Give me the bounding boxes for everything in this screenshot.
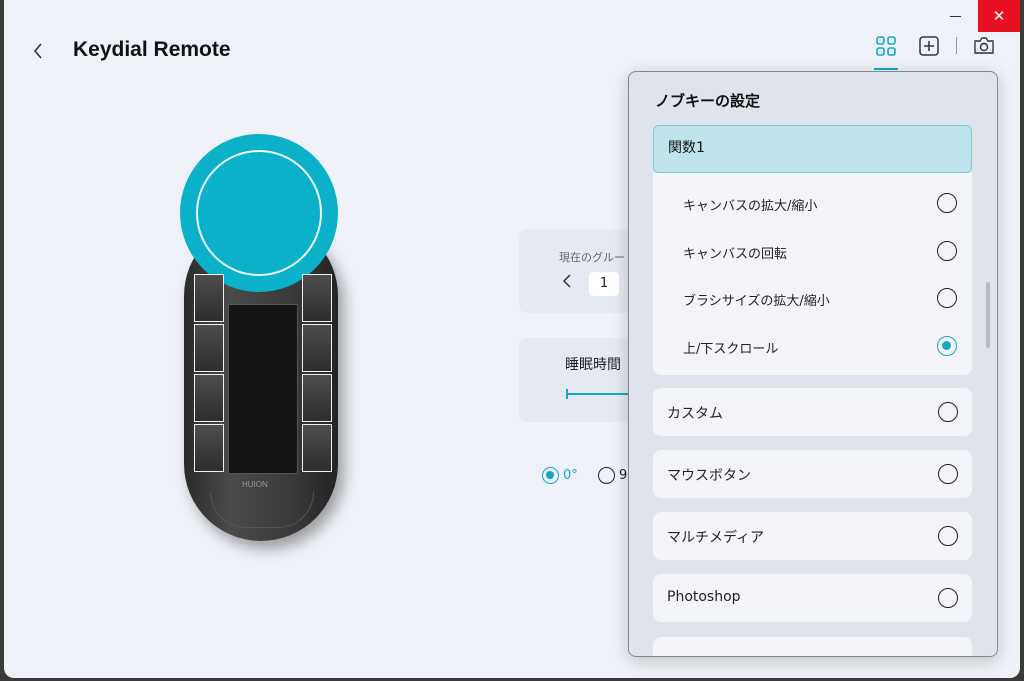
- radio-icon[interactable]: [938, 464, 958, 484]
- device-key[interactable]: [194, 424, 224, 472]
- function-option[interactable]: キャンバスの拡大/縮小: [653, 181, 972, 227]
- knob-settings-popup: ノブキーの設定 関数1 キャンバスの拡大/縮小 キャンバスの回転 ブラシサイズの…: [628, 71, 998, 657]
- radio-selected-icon[interactable]: [937, 336, 957, 356]
- radio-icon[interactable]: [938, 588, 958, 608]
- add-button[interactable]: [917, 34, 941, 58]
- back-button[interactable]: [26, 38, 50, 64]
- dial-ring: [196, 150, 322, 276]
- grid-view-icon: [876, 36, 896, 56]
- device-dial[interactable]: [180, 134, 338, 292]
- category-label: Photoshop: [667, 589, 741, 605]
- device-key[interactable]: [194, 374, 224, 422]
- device-key[interactable]: [194, 274, 224, 322]
- radio-icon[interactable]: [937, 193, 957, 213]
- current-group-card: 現在のグルー 1: [519, 229, 639, 313]
- rotation-option-90[interactable]: 9: [598, 467, 627, 484]
- current-group-label: 現在のグルー: [559, 251, 625, 264]
- category-option[interactable]: マルチメディア: [653, 512, 972, 560]
- device-screen: [228, 304, 298, 474]
- camera-settings-icon: [974, 37, 994, 54]
- category-label: マルチメディア: [667, 530, 765, 546]
- radio-icon[interactable]: [938, 526, 958, 546]
- device-key[interactable]: [302, 324, 332, 372]
- function-sub-list: キャンバスの拡大/縮小 キャンバスの回転 ブラシサイズの拡大/縮小 上/下スクロ…: [653, 173, 972, 375]
- sleep-time-slider[interactable]: [567, 393, 637, 395]
- minimize-icon: [949, 15, 961, 17]
- radio-icon[interactable]: [937, 241, 957, 261]
- sleep-time-label: 睡眠時間: [565, 357, 621, 373]
- function-option[interactable]: 上/下スクロール: [653, 324, 972, 370]
- category-label: マウスボタン: [667, 468, 751, 484]
- function-option-label: ブラシサイズの拡大/縮小: [683, 294, 830, 309]
- radio-icon[interactable]: [937, 288, 957, 308]
- function-section-header[interactable]: 関数1: [653, 125, 972, 173]
- rotation-option-label: 9: [619, 468, 628, 483]
- device-key[interactable]: [302, 424, 332, 472]
- keydial-device-image: HUION: [180, 134, 342, 546]
- category-option[interactable]: [653, 637, 972, 656]
- chevron-left-icon: [33, 43, 42, 59]
- radio-icon: [598, 467, 615, 484]
- function-option[interactable]: キャンバスの回転: [653, 229, 972, 275]
- camera-settings-button[interactable]: [972, 34, 996, 58]
- toolbar-divider: [956, 37, 957, 54]
- group-number: 1: [589, 272, 619, 296]
- sleep-time-card: 睡眠時間: [519, 338, 639, 422]
- active-tab-indicator: [874, 68, 898, 70]
- popup-title: ノブキーの設定: [655, 92, 761, 110]
- group-prev-button[interactable]: [562, 273, 572, 292]
- radio-icon[interactable]: [938, 402, 958, 422]
- category-option[interactable]: カスタム: [653, 388, 972, 436]
- rotation-option-label: 0°: [563, 468, 578, 483]
- close-window-button[interactable]: ✕: [978, 0, 1020, 32]
- close-icon: ✕: [992, 7, 1006, 25]
- device-key[interactable]: [302, 274, 332, 322]
- category-label: カスタム: [667, 406, 723, 422]
- device-key[interactable]: [302, 374, 332, 422]
- function-option-label: キャンバスの回転: [683, 247, 788, 262]
- app-window: ✕ Keydial Remote HUION 現在のグルー 1 睡眠時間 0° …: [4, 0, 1020, 678]
- function-option[interactable]: ブラシサイズの拡大/縮小: [653, 276, 972, 322]
- sleep-slider-thumb[interactable]: [566, 389, 568, 399]
- grid-view-button[interactable]: [874, 34, 898, 58]
- category-option[interactable]: マウスボタン: [653, 450, 972, 498]
- function-option-label: 上/下スクロール: [683, 342, 779, 357]
- add-icon: [919, 36, 939, 56]
- device-key[interactable]: [194, 324, 224, 372]
- page-title: Keydial Remote: [73, 38, 231, 61]
- chevron-left-icon: [562, 274, 571, 288]
- device-brand-label: HUION: [242, 480, 268, 489]
- function-option-label: キャンバスの拡大/縮小: [683, 199, 818, 214]
- minimize-button[interactable]: [936, 0, 974, 32]
- radio-selected-icon: [542, 467, 559, 484]
- scrollbar-thumb[interactable]: [986, 282, 990, 348]
- category-option[interactable]: Photoshop: [653, 574, 972, 622]
- rotation-option-0[interactable]: 0°: [542, 467, 578, 484]
